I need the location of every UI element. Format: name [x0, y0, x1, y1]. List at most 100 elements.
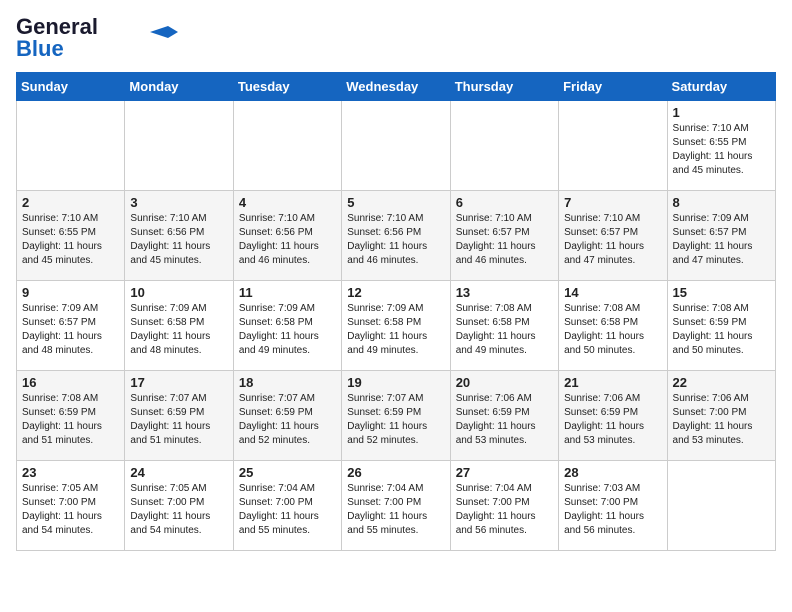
calendar-cell: 9 Sunrise: 7:09 AMSunset: 6:57 PMDaylight…	[17, 281, 125, 371]
day-number: 15	[673, 285, 770, 300]
day-number: 6	[456, 195, 553, 210]
calendar-cell: 6 Sunrise: 7:10 AMSunset: 6:57 PMDaylight…	[450, 191, 558, 281]
logo-blue: Blue	[16, 38, 64, 60]
calendar-cell: 10 Sunrise: 7:09 AMSunset: 6:58 PMDayligh…	[125, 281, 233, 371]
day-number: 9	[22, 285, 119, 300]
week-row-3: 16 Sunrise: 7:08 AMSunset: 6:59 PMDayligh…	[17, 371, 776, 461]
day-number: 19	[347, 375, 444, 390]
day-info: Sunrise: 7:10 AMSunset: 6:57 PMDaylight:…	[456, 212, 553, 268]
day-number: 22	[673, 375, 770, 390]
day-info: Sunrise: 7:03 AMSunset: 7:00 PMDaylight:…	[564, 482, 661, 538]
day-number: 2	[22, 195, 119, 210]
day-info: Sunrise: 7:09 AMSunset: 6:58 PMDaylight:…	[347, 302, 444, 358]
day-number: 7	[564, 195, 661, 210]
logo-text: General	[16, 16, 98, 38]
calendar-cell: 26 Sunrise: 7:04 AMSunset: 7:00 PMDayligh…	[342, 461, 450, 551]
calendar-body: 1 Sunrise: 7:10 AMSunset: 6:55 PMDaylight…	[17, 101, 776, 551]
calendar-cell: 24Sunrise: 7:05 AMSunset: 7:00 PMDayligh…	[125, 461, 233, 551]
calendar-cell	[17, 101, 125, 191]
calendar: SundayMondayTuesdayWednesdayThursdayFrid…	[16, 72, 776, 551]
calendar-cell	[559, 101, 667, 191]
day-info: Sunrise: 7:06 AMSunset: 7:00 PMDaylight:…	[673, 392, 770, 448]
calendar-cell: 12Sunrise: 7:09 AMSunset: 6:58 PMDayligh…	[342, 281, 450, 371]
day-number: 3	[130, 195, 227, 210]
day-number: 10	[130, 285, 227, 300]
calendar-cell: 23 Sunrise: 7:05 AMSunset: 7:00 PMDayligh…	[17, 461, 125, 551]
day-info: Sunrise: 7:04 AMSunset: 7:00 PMDaylight:…	[347, 482, 444, 538]
day-info: Sunrise: 7:06 AMSunset: 6:59 PMDaylight:…	[564, 392, 661, 448]
calendar-cell: 15 Sunrise: 7:08 AMSunset: 6:59 PMDayligh…	[667, 281, 775, 371]
calendar-cell	[233, 101, 341, 191]
week-row-2: 9 Sunrise: 7:09 AMSunset: 6:57 PMDaylight…	[17, 281, 776, 371]
calendar-cell: 22 Sunrise: 7:06 AMSunset: 7:00 PMDayligh…	[667, 371, 775, 461]
calendar-cell: 21 Sunrise: 7:06 AMSunset: 6:59 PMDayligh…	[559, 371, 667, 461]
day-info: Sunrise: 7:08 AMSunset: 6:59 PMDaylight:…	[673, 302, 770, 358]
calendar-cell	[667, 461, 775, 551]
calendar-cell: 13 Sunrise: 7:08 AMSunset: 6:58 PMDayligh…	[450, 281, 558, 371]
logo: General Blue	[16, 16, 178, 60]
week-row-1: 2 Sunrise: 7:10 AMSunset: 6:55 PMDaylight…	[17, 191, 776, 281]
day-number: 21	[564, 375, 661, 390]
day-number: 23	[22, 465, 119, 480]
calendar-cell: 3 Sunrise: 7:10 AMSunset: 6:56 PMDaylight…	[125, 191, 233, 281]
day-number: 14	[564, 285, 661, 300]
day-number: 13	[456, 285, 553, 300]
calendar-cell: 11 Sunrise: 7:09 AMSunset: 6:58 PMDayligh…	[233, 281, 341, 371]
day-info: Sunrise: 7:09 AMSunset: 6:57 PMDaylight:…	[673, 212, 770, 268]
day-info: Sunrise: 7:05 AMSunset: 7:00 PMDaylight:…	[22, 482, 119, 538]
calendar-cell: 4Sunrise: 7:10 AMSunset: 6:56 PMDaylight…	[233, 191, 341, 281]
day-info: Sunrise: 7:10 AMSunset: 6:56 PMDaylight:…	[239, 212, 336, 268]
week-row-4: 23 Sunrise: 7:05 AMSunset: 7:00 PMDayligh…	[17, 461, 776, 551]
day-number: 11	[239, 285, 336, 300]
day-info: Sunrise: 7:10 AMSunset: 6:56 PMDaylight:…	[130, 212, 227, 268]
day-info: Sunrise: 7:07 AMSunset: 6:59 PMDaylight:…	[239, 392, 336, 448]
day-number: 5	[347, 195, 444, 210]
weekday-header-thursday: Thursday	[450, 73, 558, 101]
page-header: General Blue	[16, 16, 776, 60]
day-info: Sunrise: 7:07 AMSunset: 6:59 PMDaylight:…	[130, 392, 227, 448]
day-info: Sunrise: 7:09 AMSunset: 6:58 PMDaylight:…	[239, 302, 336, 358]
logo-icon	[150, 26, 178, 38]
calendar-cell: 17Sunrise: 7:07 AMSunset: 6:59 PMDayligh…	[125, 371, 233, 461]
day-number: 1	[673, 105, 770, 120]
day-info: Sunrise: 7:09 AMSunset: 6:57 PMDaylight:…	[22, 302, 119, 358]
calendar-cell: 16 Sunrise: 7:08 AMSunset: 6:59 PMDayligh…	[17, 371, 125, 461]
weekday-header-sunday: Sunday	[17, 73, 125, 101]
day-info: Sunrise: 7:08 AMSunset: 6:58 PMDaylight:…	[564, 302, 661, 358]
weekday-header-saturday: Saturday	[667, 73, 775, 101]
day-info: Sunrise: 7:04 AMSunset: 7:00 PMDaylight:…	[239, 482, 336, 538]
day-number: 25	[239, 465, 336, 480]
day-info: Sunrise: 7:10 AMSunset: 6:57 PMDaylight:…	[564, 212, 661, 268]
week-row-0: 1Sunrise: 7:10 AMSunset: 6:55 PMDaylight…	[17, 101, 776, 191]
day-info: Sunrise: 7:07 AMSunset: 6:59 PMDaylight:…	[347, 392, 444, 448]
day-number: 24	[130, 465, 227, 480]
calendar-cell: 18Sunrise: 7:07 AMSunset: 6:59 PMDayligh…	[233, 371, 341, 461]
calendar-cell	[450, 101, 558, 191]
day-info: Sunrise: 7:06 AMSunset: 6:59 PMDaylight:…	[456, 392, 553, 448]
calendar-cell: 14 Sunrise: 7:08 AMSunset: 6:58 PMDayligh…	[559, 281, 667, 371]
calendar-cell: 20 Sunrise: 7:06 AMSunset: 6:59 PMDayligh…	[450, 371, 558, 461]
calendar-cell: 19 Sunrise: 7:07 AMSunset: 6:59 PMDayligh…	[342, 371, 450, 461]
day-number: 8	[673, 195, 770, 210]
weekday-header-monday: Monday	[125, 73, 233, 101]
weekday-header-friday: Friday	[559, 73, 667, 101]
day-number: 20	[456, 375, 553, 390]
day-info: Sunrise: 7:08 AMSunset: 6:59 PMDaylight:…	[22, 392, 119, 448]
calendar-cell: 8 Sunrise: 7:09 AMSunset: 6:57 PMDaylight…	[667, 191, 775, 281]
day-number: 26	[347, 465, 444, 480]
day-info: Sunrise: 7:10 AMSunset: 6:55 PMDaylight:…	[22, 212, 119, 268]
calendar-cell: 5Sunrise: 7:10 AMSunset: 6:56 PMDaylight…	[342, 191, 450, 281]
weekday-header-wednesday: Wednesday	[342, 73, 450, 101]
day-info: Sunrise: 7:08 AMSunset: 6:58 PMDaylight:…	[456, 302, 553, 358]
calendar-cell	[342, 101, 450, 191]
day-info: Sunrise: 7:04 AMSunset: 7:00 PMDaylight:…	[456, 482, 553, 538]
calendar-cell: 28 Sunrise: 7:03 AMSunset: 7:00 PMDayligh…	[559, 461, 667, 551]
day-number: 28	[564, 465, 661, 480]
calendar-cell: 2 Sunrise: 7:10 AMSunset: 6:55 PMDaylight…	[17, 191, 125, 281]
day-info: Sunrise: 7:09 AMSunset: 6:58 PMDaylight:…	[130, 302, 227, 358]
calendar-cell: 7 Sunrise: 7:10 AMSunset: 6:57 PMDaylight…	[559, 191, 667, 281]
calendar-cell	[125, 101, 233, 191]
calendar-cell: 25 Sunrise: 7:04 AMSunset: 7:00 PMDayligh…	[233, 461, 341, 551]
day-number: 16	[22, 375, 119, 390]
calendar-cell: 1Sunrise: 7:10 AMSunset: 6:55 PMDaylight…	[667, 101, 775, 191]
